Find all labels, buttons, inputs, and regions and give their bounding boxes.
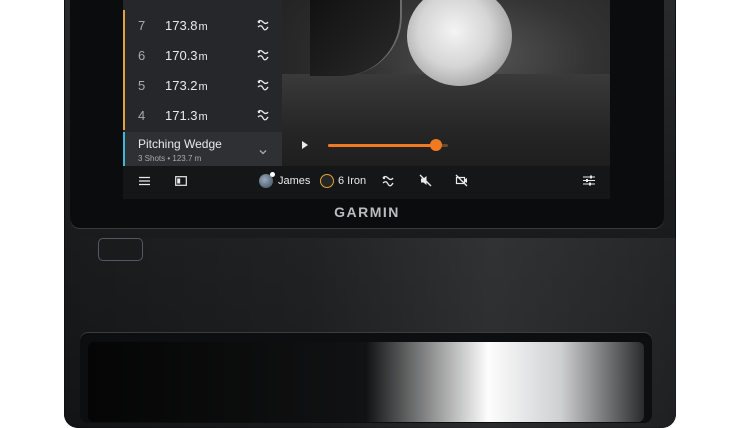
- shot-number: 5: [138, 78, 146, 93]
- device-tray-window: [88, 342, 644, 422]
- app-screen: 7 173.8m 6 170.3m 5 173.2m 4 171.3m Pitc…: [123, 0, 610, 199]
- shot-number: 6: [138, 48, 146, 63]
- club-badge-icon[interactable]: [320, 174, 334, 188]
- camera-off-icon[interactable]: [455, 174, 468, 187]
- playback-progress: [328, 144, 436, 147]
- club-group-header[interactable]: Pitching Wedge 3 Shots • 123.7 m: [123, 132, 284, 166]
- player-avatar-icon[interactable]: [259, 172, 275, 188]
- shot-distance: 173.2m: [165, 78, 208, 93]
- shot-list: 7 173.8m 6 170.3m 5 173.2m 4 171.3m Pitc…: [123, 0, 284, 166]
- swing-video[interactable]: [282, 0, 610, 166]
- player-name[interactable]: James: [278, 175, 310, 187]
- shot-number: 7: [138, 18, 146, 33]
- club-group-name: Pitching Wedge: [138, 137, 222, 151]
- shot-shape-icon[interactable]: [256, 18, 270, 32]
- shot-shape-icon[interactable]: [256, 108, 270, 122]
- chevron-down-icon[interactable]: [258, 144, 268, 155]
- brand-logo: GARMIN: [334, 204, 400, 220]
- menu-icon[interactable]: [139, 176, 150, 186]
- club-group-summary: 3 Shots • 123.7 m: [138, 154, 202, 163]
- shot-row[interactable]: 4 171.3m: [123, 100, 284, 130]
- sidebar-toggle-icon[interactable]: [175, 176, 187, 186]
- shot-shape-icon[interactable]: [381, 174, 395, 188]
- shot-row[interactable]: 5 173.2m: [123, 70, 284, 100]
- shot-row[interactable]: 7 173.8m: [123, 10, 284, 40]
- settings-sliders-icon[interactable]: [583, 175, 595, 186]
- shot-distance: 170.3m: [165, 48, 208, 63]
- shot-row[interactable]: 6 170.3m: [123, 40, 284, 70]
- sound-off-icon[interactable]: [419, 174, 432, 187]
- playback-scrubber[interactable]: [328, 139, 448, 151]
- video-club-head: [310, 0, 402, 76]
- bottom-toolbar: James 6 Iron: [123, 166, 610, 199]
- shot-shape-icon[interactable]: [256, 78, 270, 92]
- shot-distance: 173.8m: [165, 18, 208, 33]
- shot-distance: 171.3m: [165, 108, 208, 123]
- play-icon[interactable]: [302, 141, 308, 149]
- video-turf: [282, 74, 610, 166]
- device-side-button[interactable]: [98, 238, 143, 261]
- shot-shape-icon[interactable]: [256, 48, 270, 62]
- scrubber-handle[interactable]: [430, 139, 442, 151]
- shot-number: 4: [138, 108, 146, 123]
- club-name[interactable]: 6 Iron: [338, 175, 366, 187]
